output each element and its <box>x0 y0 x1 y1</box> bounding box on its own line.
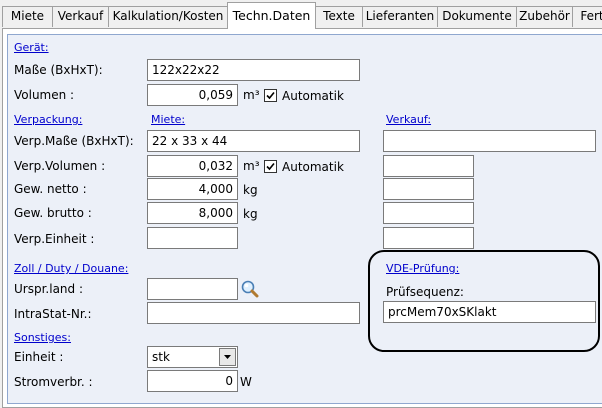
chevron-down-icon <box>224 355 231 359</box>
section-sonstiges: Sonstiges: <box>14 331 71 344</box>
gew-netto-miete-input[interactable]: 4,000 <box>147 178 238 200</box>
section-vde-pruefung: VDE-Prüfung: <box>386 262 460 275</box>
pruefsequenz-input[interactable]: prcMem70xSKlakt <box>383 301 596 323</box>
verp-masse-verkauf-input[interactable] <box>383 130 596 152</box>
check-icon <box>266 162 275 171</box>
volumen-automatik-label: Automatik <box>282 89 344 103</box>
verp-masse-miete-input[interactable]: 22 x 33 x 44 <box>147 130 360 152</box>
stromverbr-unit: W <box>240 375 252 389</box>
volumen-unit: m³ <box>243 88 260 102</box>
masse-input[interactable]: 122x22x22 <box>147 59 360 81</box>
intrastat-label: IntraStat-Nr.: <box>14 307 92 321</box>
section-geraet: Gerät: <box>14 41 49 54</box>
volumen-automatik-checkbox[interactable] <box>264 89 277 102</box>
einheit-select-value: stk <box>152 350 170 364</box>
gew-brutto-verkauf-input[interactable] <box>383 202 474 224</box>
verp-masse-label: Verp.Maße (BxHxT): <box>14 134 134 148</box>
pruefsequenz-label: Prüfsequenz: <box>386 285 464 299</box>
gew-brutto-miete-input[interactable]: 8,000 <box>147 202 238 224</box>
intrastat-input[interactable] <box>147 302 360 324</box>
verp-volumen-miete-input[interactable]: 0,032 <box>147 155 238 177</box>
header-verkauf: Verkauf: <box>386 113 432 126</box>
ursprland-input[interactable] <box>147 278 238 300</box>
check-icon <box>266 91 275 100</box>
stromverbr-label: Stromverbr. : <box>14 375 93 389</box>
search-icon[interactable] <box>240 279 260 299</box>
gew-netto-label: Gew. netto : <box>14 182 87 196</box>
verp-volumen-verkauf-input[interactable] <box>383 155 474 177</box>
verp-einheit-verkauf-input[interactable] <box>383 227 474 249</box>
header-miete: Miete: <box>151 113 186 126</box>
ursprland-label: Urspr.land : <box>14 282 83 296</box>
verp-volumen-automatik-label: Automatik <box>282 160 344 174</box>
gew-netto-unit: kg <box>243 183 258 197</box>
section-zoll: Zoll / Duty / Douane: <box>14 262 129 275</box>
masse-label: Maße (BxHxT): <box>14 63 103 77</box>
gew-brutto-unit: kg <box>243 207 258 221</box>
einheit-dropdown-button[interactable] <box>219 348 236 366</box>
verp-volumen-label: Verp.Volumen : <box>14 159 106 173</box>
verp-volumen-unit: m³ <box>243 159 260 173</box>
verp-einheit-miete-input[interactable] <box>147 227 238 249</box>
verp-einheit-label: Verp.Einheit : <box>14 232 95 246</box>
stromverbr-input[interactable]: 0 <box>147 370 238 392</box>
techn-daten-form: Gerät: Maße (BxHxT): 122x22x22 Volumen :… <box>0 0 602 401</box>
volumen-input[interactable]: 0,059 <box>147 84 238 106</box>
einheit-label: Einheit : <box>14 350 64 364</box>
section-verpackung: Verpackung: <box>14 113 83 126</box>
verp-volumen-automatik-checkbox[interactable] <box>264 160 277 173</box>
gew-netto-verkauf-input[interactable] <box>383 178 474 200</box>
volumen-label: Volumen : <box>14 88 75 102</box>
gew-brutto-label: Gew. brutto : <box>14 206 92 220</box>
